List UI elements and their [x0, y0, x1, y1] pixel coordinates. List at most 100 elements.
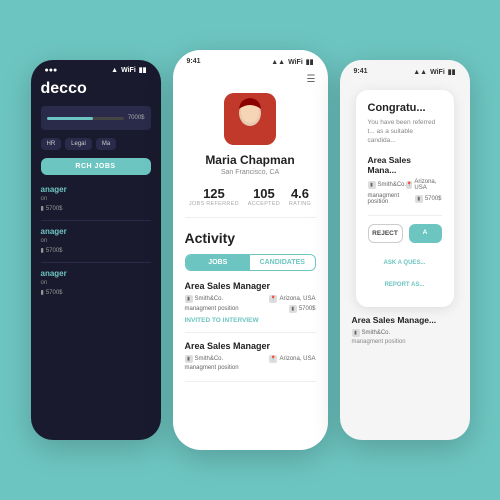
- salary-label: 7000$: [128, 115, 145, 121]
- left-phone-content: decco 7000$ HR Legal Ma RCH JOBS anager …: [31, 76, 161, 296]
- right-job-2-type: managment position: [352, 339, 458, 345]
- center-job-1-title: Area Sales Manager: [185, 281, 316, 291]
- congrats-title: Congratu...: [368, 102, 442, 114]
- right-building-icon-2: ▮: [352, 329, 360, 337]
- center-job-1-company: ▮ Smith&Co.: [185, 295, 224, 303]
- stat-label-0: JOBS REFERRED: [189, 201, 239, 207]
- right-job-2-company: ▮ Smith&Co.: [352, 329, 458, 337]
- center-job-1-type: managment position: [185, 305, 239, 313]
- phone-left: ●●● ▲ WiFi ▮▮ decco 7000$ HR Legal Ma RC…: [31, 60, 161, 440]
- report-link[interactable]: REPORT AS...: [385, 282, 425, 288]
- salary-fill: [47, 117, 93, 120]
- center-job-1: Area Sales Manager ▮ Smith&Co. 📍 Arizona…: [185, 281, 316, 333]
- stat-num-2: 4.6: [289, 186, 311, 201]
- left-job-3-title: anager: [41, 269, 151, 278]
- user-avatar: [224, 93, 276, 145]
- left-job-2: anager on ▮ 5700$: [41, 227, 151, 254]
- building-icon-2: ▮: [185, 355, 193, 363]
- congrats-subtitle: You have been referred t... as a suitabl…: [368, 118, 442, 145]
- center-status-icons: ▲▲ WiFi ▮▮: [271, 58, 313, 66]
- center-notch: [230, 66, 270, 74]
- left-job-2-sub: on: [41, 238, 151, 244]
- phones-container: ●●● ▲ WiFi ▮▮ decco 7000$ HR Legal Ma RC…: [0, 0, 500, 500]
- right-status-icons: ▲▲ WiFi ▮▮: [413, 68, 455, 76]
- stat-label-2: RATING: [289, 201, 311, 207]
- phone-right: 9:41 ▲▲ WiFi ▮▮ Congratu... You have bee…: [340, 60, 470, 440]
- center-job-1-salary: ▮ 5700$: [289, 305, 316, 313]
- invited-badge: INVITED TO INTERVIEW: [185, 317, 316, 324]
- salary-icon: ▮: [289, 305, 297, 313]
- ask-question-link[interactable]: ASK A QUES...: [384, 260, 426, 266]
- salary-track: [47, 117, 124, 120]
- right-job-2-title: Area Sales Manage...: [352, 315, 458, 325]
- stat-num-0: 125: [189, 186, 239, 201]
- center-job-2: Area Sales Manager ▮ Smith&Co. 📍 Arizona…: [185, 341, 316, 382]
- tab-candidates[interactable]: CANDIDATES: [250, 255, 315, 270]
- report-row: REPORT AS...: [368, 273, 442, 291]
- tag-hr[interactable]: HR: [41, 138, 62, 150]
- stat-jobs-referred: 125 JOBS REFERRED: [189, 186, 239, 207]
- activity-title: Activity: [185, 230, 316, 246]
- right-job-2-card: Area Sales Manage... ▮ Smith&Co. managme…: [348, 315, 462, 345]
- right-job-1-meta: ▮ Smith&Co. 📍 Arizona, USA: [368, 179, 442, 191]
- divider-1: [41, 220, 151, 221]
- center-time: 9:41: [187, 58, 201, 66]
- right-job-1: Area Sales Mana... ▮ Smith&Co. 📍 Arizona…: [368, 155, 442, 216]
- left-status-bar: ●●● ▲ WiFi ▮▮: [31, 60, 161, 76]
- right-job-1-title: Area Sales Mana...: [368, 155, 442, 175]
- action-row: REJECT A: [368, 224, 442, 243]
- tab-jobs[interactable]: JOBS: [186, 255, 251, 270]
- center-job-2-meta: ▮ Smith&Co. 📍 Arizona, USA: [185, 355, 316, 363]
- right-job-1-salary: ▮ 5700$: [415, 193, 442, 205]
- right-time: 9:41: [354, 68, 368, 76]
- divider-2: [41, 262, 151, 263]
- menu-icon[interactable]: ☰: [185, 74, 316, 85]
- right-building-icon: ▮: [368, 181, 376, 189]
- center-phone-content: ☰ Maria Chapman San Francisco, CA 125: [173, 74, 328, 382]
- app-logo: decco: [41, 76, 151, 98]
- stats-row: 125 JOBS REFERRED 105 ACCEPTED 4.6 RATIN…: [185, 186, 316, 218]
- left-job-3-sub: on: [41, 280, 151, 286]
- right-salary-icon: ▮: [415, 195, 423, 203]
- accept-button[interactable]: A: [409, 224, 442, 243]
- left-job-1-sub: on: [41, 196, 151, 202]
- left-status-icons: ▲ WiFi ▮▮: [111, 66, 146, 74]
- location-icon: 📍: [269, 295, 277, 303]
- right-location-icon: 📍: [406, 181, 412, 189]
- stat-num-1: 105: [248, 186, 280, 201]
- left-job-2-title: anager: [41, 227, 151, 236]
- tag-ma[interactable]: Ma: [96, 138, 116, 150]
- left-job-3-salary: ▮ 5700$: [41, 289, 151, 296]
- search-jobs-button[interactable]: RCH JOBS: [41, 158, 151, 175]
- salary-bar[interactable]: 7000$: [41, 106, 151, 130]
- left-job-2-salary: ▮ 5700$: [41, 247, 151, 254]
- center-job-2-type: managment position: [185, 365, 239, 371]
- right-job-1-type: managment position: [368, 193, 415, 205]
- ask-question-row: ASK A QUES...: [368, 251, 442, 269]
- stat-rating: 4.6 RATING: [289, 186, 311, 207]
- filter-tags: HR Legal Ma: [41, 138, 151, 150]
- right-job-1-location: 📍 Arizona, USA: [406, 179, 441, 191]
- center-job-2-meta2: managment position: [185, 365, 316, 371]
- right-job-1-company: ▮ Smith&Co.: [368, 179, 407, 191]
- center-job-2-title: Area Sales Manager: [185, 341, 316, 351]
- building-icon: ▮: [185, 295, 193, 303]
- left-job-1: anager on ▮ 5700$: [41, 185, 151, 212]
- modal-card: Congratu... You have been referred t... …: [356, 90, 454, 307]
- center-job-1-meta: ▮ Smith&Co. 📍 Arizona, USA: [185, 295, 316, 303]
- phone-center: 9:41 ▲▲ WiFi ▮▮ ☰: [173, 50, 328, 450]
- activity-tabs: JOBS CANDIDATES: [185, 254, 316, 271]
- reject-button[interactable]: REJECT: [368, 224, 403, 243]
- person-name: Maria Chapman: [185, 153, 316, 167]
- right-phone-content: Congratu... You have been referred t... …: [340, 76, 470, 345]
- tag-legal[interactable]: Legal: [65, 138, 92, 150]
- center-job-1-location: 📍 Arizona, USA: [269, 295, 315, 303]
- left-job-3: anager on ▮ 5700$: [41, 269, 151, 296]
- center-job-1-meta2: managment position ▮ 5700$: [185, 305, 316, 313]
- person-location: San Francisco, CA: [185, 169, 316, 176]
- left-job-1-salary: ▮ 5700$: [41, 205, 151, 212]
- center-job-2-company: ▮ Smith&Co.: [185, 355, 224, 363]
- left-job-1-title: anager: [41, 185, 151, 194]
- avatar-wrapper: [185, 93, 316, 145]
- location-icon-2: 📍: [269, 355, 277, 363]
